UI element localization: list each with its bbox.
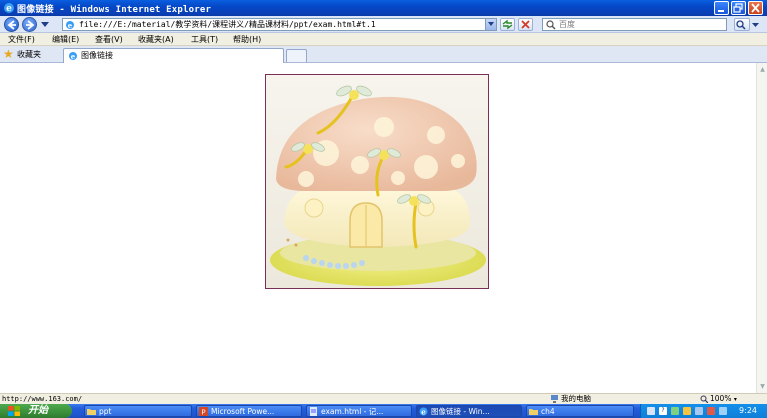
zoom-dropdown-icon[interactable]: ▾: [734, 396, 737, 403]
forward-arrow-icon: [26, 20, 35, 30]
address-toolbar: e file:///E:/material/教学资料/课程讲义/精品课材料/pp…: [0, 16, 767, 33]
star-icon: ★: [3, 47, 14, 61]
minimize-icon: [718, 10, 724, 12]
display-icon[interactable]: [719, 407, 727, 415]
network-icon[interactable]: [671, 407, 679, 415]
task-label: ppt: [99, 407, 112, 416]
task-ppt[interactable]: ppt: [84, 405, 192, 417]
search-options-icon[interactable]: [752, 23, 759, 28]
close-button[interactable]: [748, 1, 763, 15]
stop-icon: [521, 20, 530, 29]
tab-bar: ★ 收藏夹 e 图像链接: [0, 46, 767, 63]
system-tray: ? 9:24: [640, 404, 767, 418]
antivirus-icon[interactable]: [707, 407, 715, 415]
ie-icon: e: [419, 407, 428, 416]
svg-text:P: P: [201, 409, 205, 417]
task-ie[interactable]: e 图像链接 - Win...: [416, 405, 522, 417]
stop-button[interactable]: [518, 18, 533, 31]
chevron-down-icon: [488, 22, 494, 26]
new-tab-button[interactable]: [286, 49, 307, 62]
close-icon: [751, 3, 760, 13]
task-label: ch4: [541, 407, 555, 416]
zone-label: 我的电脑: [561, 394, 591, 403]
mushroom-cake-image[interactable]: [265, 74, 489, 289]
ie-logo-icon: e: [4, 3, 14, 14]
status-bar: http://www.163.com/ 我的电脑 100% ▾: [0, 393, 767, 404]
ie-page-icon: e: [69, 52, 77, 61]
menu-tools[interactable]: 工具(T): [191, 34, 218, 45]
notepad-icon: [310, 407, 317, 416]
restore-icon: [733, 3, 743, 13]
search-field[interactable]: 百度: [542, 18, 727, 31]
cake-illustration: [266, 75, 488, 288]
search-icon: [736, 20, 746, 30]
start-button[interactable]: 开始: [0, 404, 72, 418]
history-dropdown-icon[interactable]: [41, 22, 49, 28]
svg-text:e: e: [421, 408, 426, 417]
menu-favorites[interactable]: 收藏夹(A): [138, 34, 174, 45]
svg-text:e: e: [71, 52, 76, 61]
computer-icon: [551, 395, 558, 403]
windows-flag-icon: [8, 406, 20, 416]
search-engine-icon: [546, 20, 556, 30]
tab-image-link[interactable]: e 图像链接: [63, 48, 284, 63]
taskbar: 开始 ppt P Microsoft Powe... exam.html - 记…: [0, 404, 767, 418]
menu-file[interactable]: 文件(F): [8, 34, 35, 45]
task-powerpoint[interactable]: P Microsoft Powe...: [196, 405, 302, 417]
svg-text:e: e: [68, 21, 73, 30]
refresh-button[interactable]: [500, 18, 515, 31]
clock[interactable]: 9:24: [739, 405, 757, 417]
address-field[interactable]: e file:///E:/material/教学资料/课程讲义/精品课材料/pp…: [62, 18, 497, 31]
volume-icon[interactable]: [695, 407, 703, 415]
back-arrow-icon: [7, 20, 16, 30]
menu-view[interactable]: 查看(V): [95, 34, 123, 45]
refresh-icon: [502, 19, 513, 30]
svg-text:e: e: [6, 4, 12, 14]
address-url[interactable]: file:///E:/material/教学资料/课程讲义/精品课材料/ppt/…: [79, 19, 376, 31]
task-notepad[interactable]: exam.html - 记...: [306, 405, 412, 417]
favorites-button[interactable]: ★ 收藏夹: [3, 48, 41, 61]
search-placeholder: 百度: [559, 20, 575, 29]
menu-help[interactable]: 帮助(H): [233, 34, 261, 45]
back-button[interactable]: [4, 17, 19, 32]
help-icon[interactable]: ?: [659, 407, 667, 415]
zoom-icon: [700, 395, 708, 403]
folder-icon: [87, 409, 96, 415]
search-button[interactable]: [734, 18, 750, 31]
status-text: http://www.163.com/: [2, 395, 83, 403]
window-title: 图像链接 - Windows Internet Explorer: [17, 5, 212, 15]
maximize-button[interactable]: [731, 1, 746, 15]
menu-edit[interactable]: 编辑(E): [52, 34, 79, 45]
security-zone[interactable]: 我的电脑: [550, 394, 591, 404]
minimize-button[interactable]: [714, 1, 729, 15]
task-label: 图像链接 - Win...: [431, 407, 490, 416]
scroll-up-icon[interactable]: ▲: [758, 65, 767, 74]
shield-icon[interactable]: [683, 407, 691, 415]
task-label: exam.html - 记...: [321, 407, 384, 416]
scroll-down-icon[interactable]: ▼: [758, 382, 767, 391]
forward-button[interactable]: [22, 17, 37, 32]
zoom-label: 100%: [710, 394, 732, 403]
ie-window: e 图像链接 - Windows Internet Explorer e fil…: [0, 0, 767, 418]
task-label: Microsoft Powe...: [211, 407, 275, 416]
folder-icon: [529, 409, 538, 415]
powerpoint-icon: P: [199, 407, 208, 416]
tab-label: 图像链接: [81, 51, 113, 60]
favorites-label: 收藏夹: [17, 50, 41, 59]
keyboard-icon[interactable]: [647, 407, 655, 415]
title-bar[interactable]: e 图像链接 - Windows Internet Explorer: [0, 0, 767, 16]
start-label: 开始: [28, 405, 48, 416]
task-ch4[interactable]: ch4: [526, 405, 634, 417]
menu-bar: 文件(F) 编辑(E) 查看(V) 收藏夹(A) 工具(T) 帮助(H): [0, 33, 767, 46]
page-icon: e: [66, 21, 74, 30]
address-dropdown-button[interactable]: [485, 19, 496, 30]
vertical-scrollbar[interactable]: ▲ ▼: [756, 63, 767, 393]
